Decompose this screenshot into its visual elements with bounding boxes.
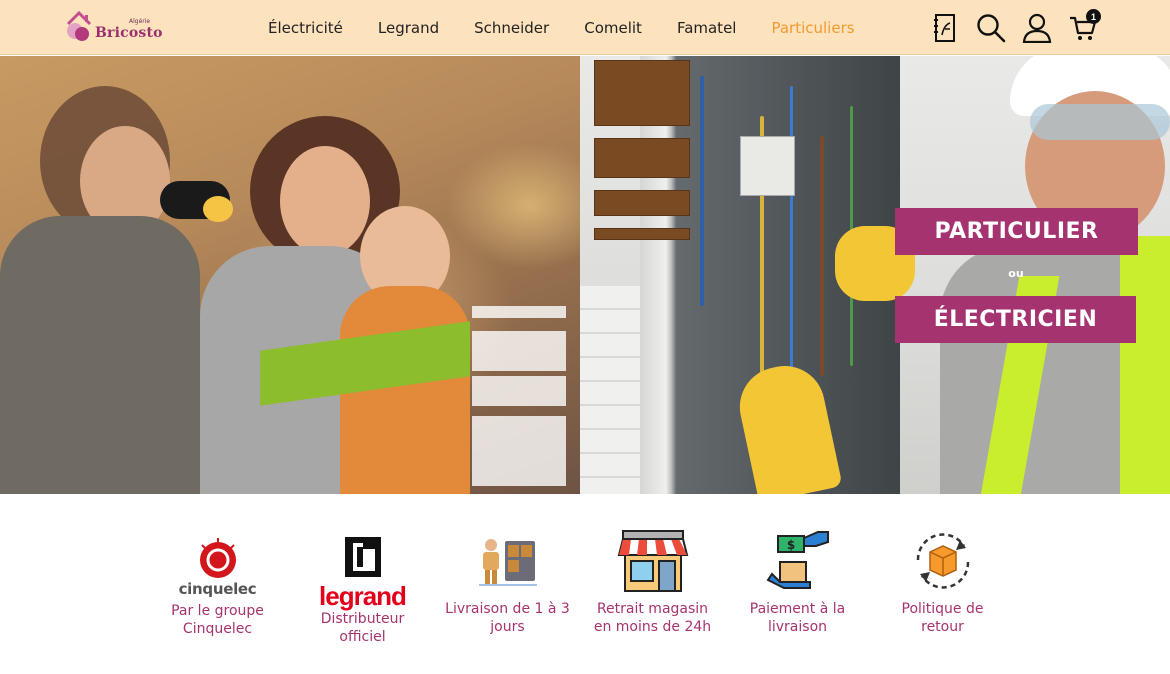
bricosto-logo[interactable]: Algérie Bricosto	[64, 10, 162, 46]
nav-item-particuliers[interactable]: Particuliers	[771, 19, 854, 37]
cart-button[interactable]: 1	[1068, 9, 1101, 44]
legrand-wordmark: legrand	[319, 581, 407, 611]
nav-item-electricite[interactable]: Électricité	[268, 19, 343, 37]
legrand-logo	[323, 526, 403, 587]
photo-strip	[594, 60, 690, 252]
legrand-logo-icon	[344, 536, 381, 577]
particulier-button[interactable]: PARTICULIER	[895, 208, 1138, 255]
return-policy-icon	[916, 533, 969, 589]
site-header: Algérie Bricosto Électricité Legrand Sch…	[0, 0, 1170, 55]
family-photo	[0, 56, 580, 494]
nav-item-legrand[interactable]: Legrand	[378, 19, 439, 37]
feature-cinquelec[interactable]: cinquelec Par le groupe Cinquelec	[145, 526, 290, 646]
feature-label: Livraison de 1 à 3 jours	[445, 601, 570, 635]
feature-store-pickup[interactable]: Retrait magasin en moins de 24h	[580, 526, 725, 646]
main-nav: Électricité Legrand Schneider Comelit Fa…	[268, 0, 890, 55]
payment-on-delivery-icon: $	[766, 531, 829, 589]
logo-mark-icon	[66, 10, 92, 41]
cash-on-delivery-icon: $	[758, 526, 838, 596]
or-separator: ou	[1008, 267, 1024, 280]
nav-item-famatel[interactable]: Famatel	[677, 19, 737, 37]
feature-label: Distributeur officiel	[320, 611, 405, 645]
feature-label: Politique de retour	[901, 601, 984, 635]
feature-cash-on-delivery[interactable]: $ Paiement à la livraison	[725, 526, 870, 646]
account-button[interactable]	[1022, 12, 1052, 44]
nav-item-schneider[interactable]: Schneider	[474, 19, 549, 37]
delivery-icon	[468, 526, 548, 596]
store-icon	[613, 526, 693, 596]
feature-label: Retrait magasin en moins de 24h	[593, 601, 712, 635]
svg-text:$: $	[786, 538, 794, 552]
feature-return-policy[interactable]: Politique de retour	[870, 526, 1015, 646]
header-actions: 1	[930, 9, 1114, 46]
hero-banner: PARTICULIER ou ÉLECTRICIEN	[0, 56, 1170, 494]
catalog-button[interactable]	[930, 12, 960, 44]
features-row: cinquelec Par le groupe Cinquelec legran…	[145, 526, 1015, 646]
electricien-button[interactable]: ÉLECTRICIEN	[895, 296, 1136, 343]
return-box-icon	[903, 526, 983, 596]
user-icon	[1022, 13, 1052, 43]
logo-country: Algérie	[129, 18, 151, 25]
nav-item-comelit[interactable]: Comelit	[584, 19, 642, 37]
search-button[interactable]	[976, 12, 1006, 44]
feature-label: Par le groupe Cinquelec	[171, 603, 264, 637]
cart-count-badge: 1	[1086, 9, 1101, 24]
cinquelec-logo-icon	[199, 538, 236, 578]
search-icon	[977, 14, 1006, 43]
feature-delivery[interactable]: Livraison de 1 à 3 jours	[435, 526, 580, 646]
storefront-icon	[617, 530, 688, 592]
cinquelec-wordmark: cinquelec	[178, 580, 257, 598]
catalog-icon	[934, 14, 955, 42]
delivery-man-icon	[478, 539, 537, 586]
feature-label: Paiement à la livraison	[749, 601, 846, 635]
feature-legrand[interactable]: legrand Distributeur officiel	[290, 526, 435, 646]
logo-name: Bricosto	[95, 25, 163, 41]
